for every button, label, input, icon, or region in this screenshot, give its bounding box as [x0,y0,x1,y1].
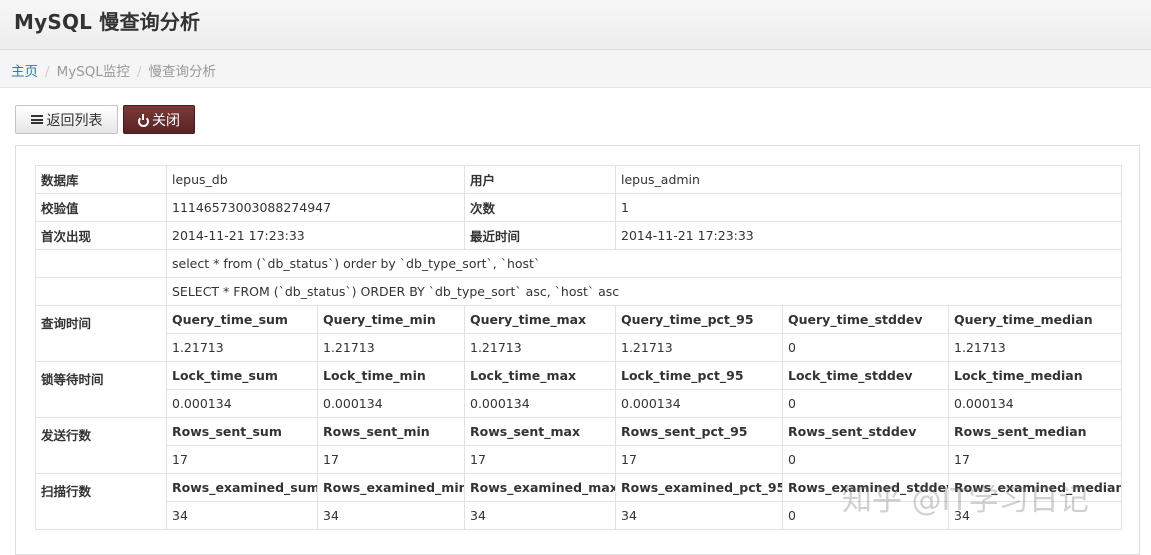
metric-header: Lock_time_sum [166,361,318,390]
metric-header: Lock_time_median [948,361,1122,390]
last-seen-label: 最近时间 [464,221,616,250]
close-button[interactable]: 关闭 [123,105,195,134]
metric-header: Rows_sent_median [948,417,1122,446]
checksum-label: 校验值 [35,193,167,222]
close-label: 关闭 [152,112,180,129]
breadcrumb: 主页 / MySQL监控 / 慢查询分析 [0,50,1151,88]
lock-time-label: 锁等待时间 [35,361,167,418]
metric-value: 34 [317,501,465,530]
metric-header: Rows_sent_stddev [782,417,949,446]
metric-header: Query_time_max [464,305,616,334]
count-label: 次数 [464,193,616,222]
user-value: lepus_admin [615,165,1122,194]
power-icon [138,113,149,127]
count-value: 1 [615,193,1122,222]
metric-header: Rows_sent_max [464,417,616,446]
breadcrumb-home-link[interactable]: 主页 [11,64,38,80]
metric-value: 34 [464,501,616,530]
list-icon [30,114,43,125]
metric-header: Rows_sent_sum [166,417,318,446]
metric-value: 1.21713 [317,333,465,362]
metric-value-row: 34 34 34 34 0 34 [36,501,1122,530]
metric-value: 34 [948,501,1122,530]
metric-header: Lock_time_max [464,361,616,390]
metric-header-row: 发送行数 Rows_sent_sum Rows_sent_min Rows_se… [35,417,1122,474]
rows-examined-label: 扫描行数 [35,473,167,530]
metric-value: 0 [782,333,949,362]
metric-value: 1.21713 [464,333,616,362]
breadcrumb-separator: / [45,64,50,80]
metric-value: 17 [317,445,465,474]
back-to-list-button[interactable]: 返回列表 [15,105,118,134]
metric-value: 0.000134 [317,389,465,418]
metric-value: 0.000134 [464,389,616,418]
metric-header: Rows_sent_pct_95 [615,417,783,446]
metric-header: Query_time_min [317,305,465,334]
metric-value: 0.000134 [948,389,1122,418]
metric-value-row: 0.000134 0.000134 0.000134 0.000134 0 0.… [36,389,1122,418]
query-sample: SELECT * FROM (`db_status`) ORDER BY `db… [166,277,1122,306]
metric-value: 34 [615,501,783,530]
metric-header: Rows_sent_min [317,417,465,446]
metric-value: 1.21713 [166,333,318,362]
back-to-list-label: 返回列表 [46,112,103,129]
metric-value-row: 1.21713 1.21713 1.21713 1.21713 0 1.2171… [36,333,1122,362]
metric-header: Query_time_stddev [782,305,949,334]
database-label: 数据库 [35,165,167,194]
first-seen-value: 2014-11-21 17:23:33 [166,221,465,250]
database-value: lepus_db [166,165,465,194]
rows-sent-label: 发送行数 [35,417,167,474]
first-seen-label: 首次出现 [35,221,167,250]
metric-header: Rows_examined_median [948,473,1122,502]
empty-cell [35,277,167,306]
slow-query-detail-table: 数据库 lepus_db 用户 lepus_admin 校验值 11146573… [35,165,1122,530]
table-row: select * from (`db_status`) order by `db… [35,249,1122,278]
metric-value-row: 17 17 17 17 0 17 [36,445,1122,474]
metric-value: 34 [166,501,318,530]
table-row: SELECT * FROM (`db_status`) ORDER BY `db… [35,277,1122,306]
metric-value: 0 [782,445,949,474]
metric-header: Query_time_pct_95 [615,305,783,334]
metric-value: 0 [782,501,949,530]
metric-header: Rows_examined_min [317,473,465,502]
metric-value: 17 [464,445,616,474]
last-seen-value: 2014-11-21 17:23:33 [615,221,1122,250]
breadcrumb-mysql-monitor-link[interactable]: MySQL监控 [57,64,130,80]
table-row: 数据库 lepus_db 用户 lepus_admin [35,165,1122,194]
query-time-label: 查询时间 [35,305,167,362]
metric-header: Rows_examined_sum [166,473,318,502]
metric-value: 0.000134 [166,389,318,418]
metric-value: 17 [948,445,1122,474]
metric-value: 1.21713 [615,333,783,362]
metric-header: Rows_examined_max [464,473,616,502]
metric-value: 0 [782,389,949,418]
metric-header: Query_time_median [948,305,1122,334]
empty-cell [35,249,167,278]
metric-header: Lock_time_min [317,361,465,390]
metric-header: Lock_time_pct_95 [615,361,783,390]
metric-header: Query_time_sum [166,305,318,334]
table-row: 首次出现 2014-11-21 17:23:33 最近时间 2014-11-21… [35,221,1122,250]
metric-header: Rows_examined_pct_95 [615,473,783,502]
metric-header-row: 查询时间 Query_time_sum Query_time_min Query… [35,305,1122,362]
metric-header-row: 锁等待时间 Lock_time_sum Lock_time_min Lock_t… [35,361,1122,418]
metric-value: 0.000134 [615,389,783,418]
page-title: MySQL 慢查询分析 [14,10,201,34]
metric-header-row: 扫描行数 Rows_examined_sum Rows_examined_min… [35,473,1122,530]
table-row: 校验值 11146573003088274947 次数 1 [35,193,1122,222]
metric-value: 17 [166,445,318,474]
breadcrumb-separator: / [136,64,142,80]
metric-value: 17 [615,445,783,474]
page-header: MySQL 慢查询分析 [0,0,1151,50]
metric-header: Rows_examined_stddev [782,473,949,502]
breadcrumb-current: 慢查询分析 [148,64,216,80]
query-fingerprint: select * from (`db_status`) order by `db… [166,249,1122,278]
metric-value: 1.21713 [948,333,1122,362]
user-label: 用户 [464,165,616,194]
checksum-value: 11146573003088274947 [166,193,465,222]
metric-header: Lock_time_stddev [782,361,949,390]
